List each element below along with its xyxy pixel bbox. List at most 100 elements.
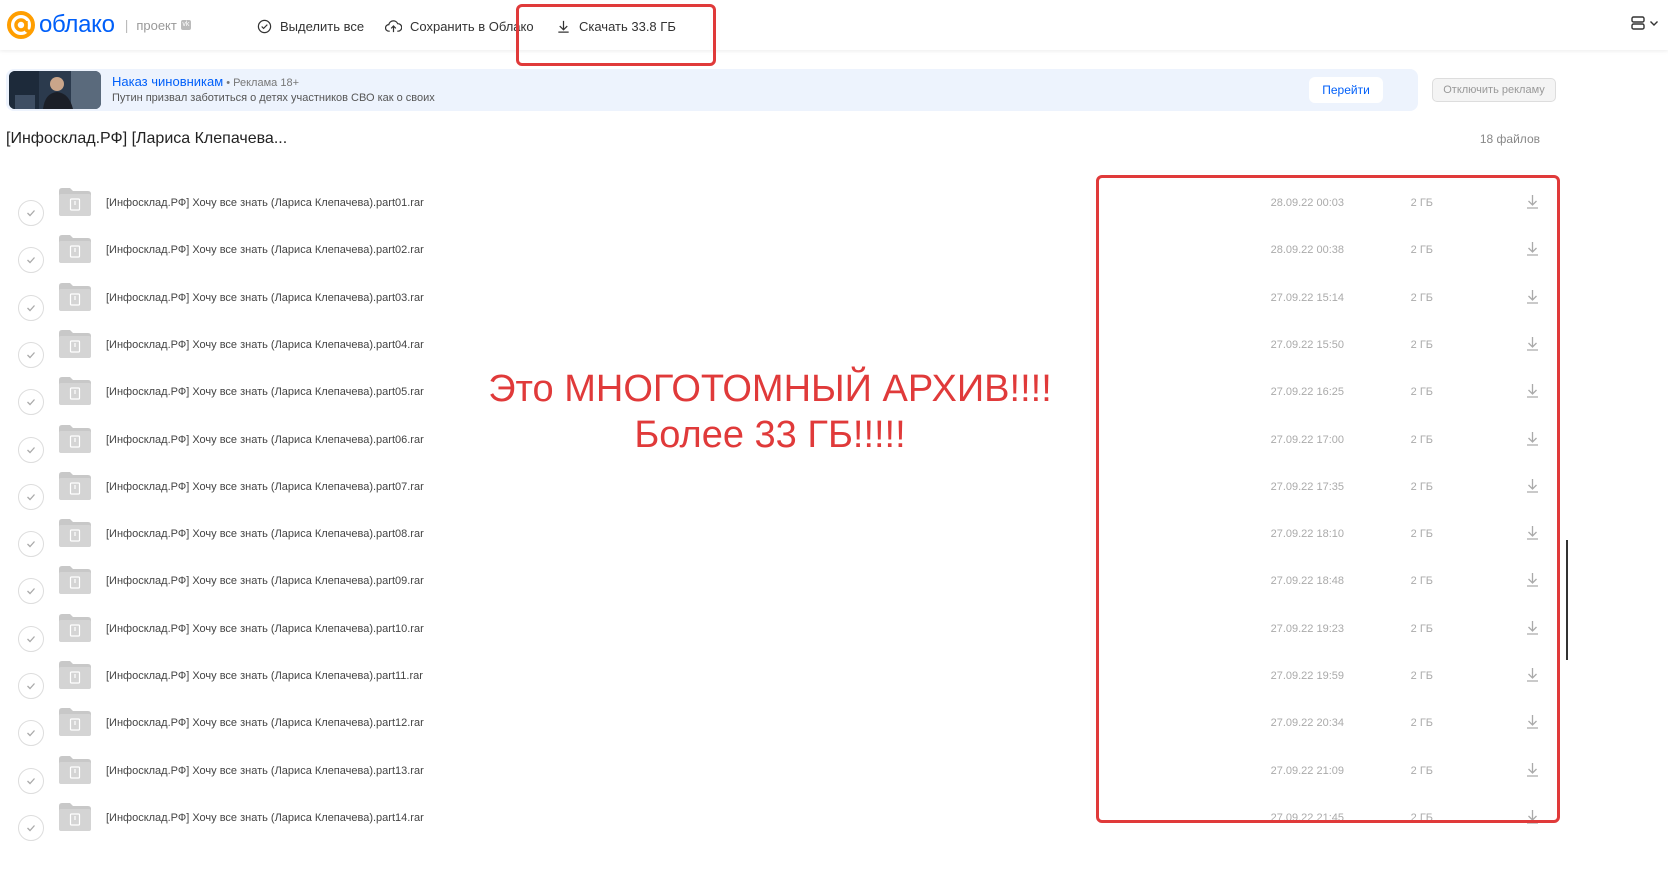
check-icon — [27, 447, 35, 454]
file-row[interactable]: [Инфосклад.РФ] Хочу все знать (Лариса Кл… — [0, 472, 1560, 534]
file-download-button[interactable] — [1525, 477, 1540, 499]
row-select-checkbox[interactable] — [18, 484, 44, 510]
row-select-checkbox[interactable] — [18, 720, 44, 746]
check-icon — [27, 257, 35, 264]
file-name[interactable]: [Инфосклад.РФ] Хочу все знать (Лариса Кл… — [106, 386, 424, 398]
file-date: 27.09.22 16:25 — [1270, 386, 1344, 398]
file-name[interactable]: [Инфосклад.РФ] Хочу все знать (Лариса Кл… — [106, 670, 423, 682]
check-circle-icon — [257, 19, 272, 33]
download-icon — [1527, 810, 1538, 824]
row-select-checkbox[interactable] — [18, 531, 44, 557]
file-download-button[interactable] — [1525, 430, 1540, 452]
file-name[interactable]: [Инфосклад.РФ] Хочу все знать (Лариса Кл… — [106, 244, 424, 256]
file-row[interactable]: [Инфосклад.РФ] Хочу все знать (Лариса Кл… — [0, 235, 1560, 297]
file-name[interactable]: [Инфосклад.РФ] Хочу все знать (Лариса Кл… — [106, 434, 424, 446]
row-select-checkbox[interactable] — [18, 768, 44, 794]
folder-title: [Инфосклад.РФ] [Лариса Клепачева... — [6, 130, 288, 147]
row-select-checkbox[interactable] — [18, 295, 44, 321]
file-size: 2 ГБ — [1410, 623, 1433, 635]
row-select-checkbox[interactable] — [18, 673, 44, 699]
file-download-button[interactable] — [1525, 619, 1540, 641]
check-icon — [27, 541, 35, 548]
file-name[interactable]: [Инфосклад.РФ] Хочу все знать (Лариса Кл… — [106, 812, 424, 824]
file-download-button[interactable] — [1525, 761, 1540, 783]
mail-at-logo-icon — [7, 11, 35, 39]
file-download-button[interactable] — [1525, 666, 1540, 688]
file-name[interactable]: [Инфосклад.РФ] Хочу все знать (Лариса Кл… — [106, 575, 424, 587]
project-label: проект — [136, 17, 177, 33]
file-row[interactable]: [Инфосклад.РФ] Хочу все знать (Лариса Кл… — [0, 756, 1560, 818]
ad-go-button[interactable]: Перейти — [1309, 77, 1383, 103]
file-name[interactable]: [Инфосклад.РФ] Хочу все знать (Лариса Кл… — [106, 717, 424, 729]
archive-file-icon — [59, 756, 91, 784]
row-select-checkbox[interactable] — [18, 342, 44, 368]
file-download-button[interactable] — [1525, 335, 1540, 357]
ad-banner[interactable]: Наказ чиновникам • Реклама 18+ Путин при… — [6, 69, 1418, 111]
cloud-logo[interactable]: облако | проект vk — [6, 9, 191, 41]
file-row[interactable]: [Инфосклад.РФ] Хочу все знать (Лариса Кл… — [0, 519, 1560, 581]
row-select-checkbox[interactable] — [18, 389, 44, 415]
ad-title-link[interactable]: Наказ чиновникам — [112, 74, 223, 89]
check-icon — [27, 730, 35, 737]
file-row[interactable]: [Инфосклад.РФ] Хочу все знать (Лариса Кл… — [0, 708, 1560, 770]
check-icon — [27, 305, 35, 312]
save-to-cloud-button[interactable]: Сохранить в Облако — [385, 15, 534, 37]
file-row[interactable]: [Инфосклад.РФ] Хочу все знать (Лариса Кл… — [0, 803, 1560, 865]
file-download-button[interactable] — [1525, 808, 1540, 830]
file-download-button[interactable] — [1525, 240, 1540, 262]
file-row[interactable]: [Инфосклад.РФ] Хочу все знать (Лариса Кл… — [0, 283, 1560, 345]
check-icon — [27, 825, 35, 832]
view-toggle-button[interactable] — [1630, 15, 1660, 31]
page-edge-line — [1566, 540, 1568, 660]
file-row[interactable]: [Инфосклад.РФ] Хочу все знать (Лариса Кл… — [0, 661, 1560, 723]
download-all-label: Скачать 33.8 ГБ — [579, 18, 676, 34]
annotation-line-2: Более 33 ГБ!!!!! — [634, 414, 906, 456]
check-icon — [27, 494, 35, 501]
file-name[interactable]: [Инфосклад.РФ] Хочу все знать (Лариса Кл… — [106, 481, 424, 493]
row-select-checkbox[interactable] — [18, 200, 44, 226]
file-name[interactable]: [Инфосклад.РФ] Хочу все знать (Лариса Кл… — [106, 528, 424, 540]
file-size: 2 ГБ — [1410, 575, 1433, 587]
file-download-button[interactable] — [1525, 571, 1540, 593]
archive-file-icon — [59, 235, 91, 263]
file-row[interactable]: [Инфосклад.РФ] Хочу все знать (Лариса Кл… — [0, 566, 1560, 628]
file-date: 28.09.22 00:38 — [1270, 244, 1344, 256]
file-download-button[interactable] — [1525, 193, 1540, 215]
check-icon — [27, 683, 35, 690]
file-name[interactable]: [Инфосклад.РФ] Хочу все знать (Лариса Кл… — [106, 292, 424, 304]
select-all-button[interactable]: Выделить все — [257, 15, 364, 37]
row-select-checkbox[interactable] — [18, 815, 44, 841]
archive-file-icon — [59, 425, 91, 453]
file-download-button[interactable] — [1525, 713, 1540, 735]
save-to-cloud-label: Сохранить в Облако — [410, 18, 534, 34]
row-select-checkbox[interactable] — [18, 247, 44, 273]
file-row[interactable]: [Инфосклад.РФ] Хочу все знать (Лариса Кл… — [0, 188, 1560, 250]
file-size: 2 ГБ — [1410, 434, 1433, 446]
file-size: 2 ГБ — [1410, 765, 1433, 777]
file-name[interactable]: [Инфосклад.РФ] Хочу все знать (Лариса Кл… — [106, 765, 424, 777]
file-name[interactable]: [Инфосклад.РФ] Хочу все знать (Лариса Кл… — [106, 623, 424, 635]
file-name[interactable]: [Инфосклад.РФ] Хочу все знать (Лариса Кл… — [106, 197, 424, 209]
check-icon — [27, 636, 35, 643]
download-icon — [1527, 290, 1538, 304]
file-name[interactable]: [Инфосклад.РФ] Хочу все знать (Лариса Кл… — [106, 339, 424, 351]
row-select-checkbox[interactable] — [18, 626, 44, 652]
file-row[interactable]: [Инфосклад.РФ] Хочу все знать (Лариса Кл… — [0, 614, 1560, 676]
row-select-checkbox[interactable] — [18, 578, 44, 604]
file-download-button[interactable] — [1525, 288, 1540, 310]
check-icon — [27, 778, 35, 785]
download-icon — [1527, 573, 1538, 587]
ad-thumbnail[interactable] — [9, 71, 101, 109]
row-select-checkbox[interactable] — [18, 437, 44, 463]
download-all-button[interactable]: Скачать 33.8 ГБ — [556, 15, 676, 37]
disable-ads-button[interactable]: Отключить рекламу — [1432, 78, 1556, 102]
archive-file-icon — [59, 661, 91, 689]
file-date: 28.09.22 00:03 — [1270, 197, 1344, 209]
file-size: 2 ГБ — [1410, 197, 1433, 209]
top-toolbar: облако | проект vk Выделить все Сохранит… — [0, 0, 1668, 50]
download-icon — [1527, 621, 1538, 635]
file-download-button[interactable] — [1525, 382, 1540, 404]
ad-meta: • Реклама 18+ — [223, 77, 299, 89]
archive-file-icon — [59, 330, 91, 358]
file-download-button[interactable] — [1525, 524, 1540, 546]
